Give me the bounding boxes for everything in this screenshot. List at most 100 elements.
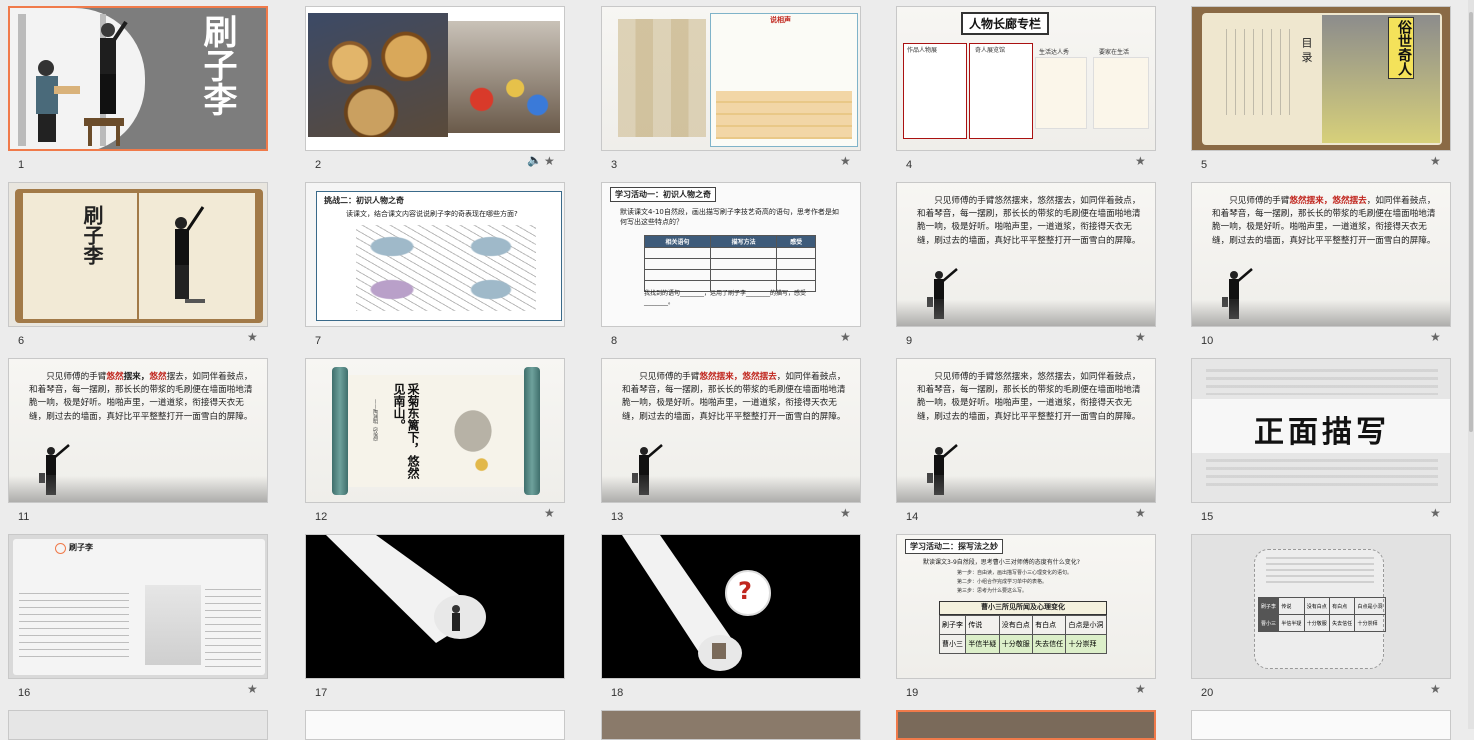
slide-number: 2	[315, 159, 322, 171]
star-icon[interactable]: ★	[247, 330, 258, 344]
slide-thumbnail-10[interactable]: 只见师傅的手臂悠然摆来，悠然摆去，如同伴着鼓点，和着琴音，每一摆刷，那长长的带浆…	[1191, 182, 1453, 354]
slide-20-preview[interactable]: 刷子李 传说 没有白点 有白点 白点是小洞 曹小三 半信半疑 十分敬服 失去信任…	[1191, 534, 1451, 679]
slide-2-photo-figures	[448, 21, 560, 133]
slide-thumbnail-5[interactable]: 俗世奇人 目 录 ★ 5	[1191, 6, 1453, 178]
slide-4-tag-3: 生活达人秀	[1039, 49, 1070, 56]
slide-thumbnail-3[interactable]: 说相声 ★ 3	[601, 6, 863, 178]
slide-9-preview[interactable]: 只见师傅的手臂悠然摆来，悠然摆去，如同伴着鼓点，和着琴音，每一摆刷，那长长的带浆…	[896, 182, 1156, 327]
slide-thumbnail-9[interactable]: 只见师傅的手臂悠然摆来，悠然摆去，如同伴着鼓点，和着琴音，每一摆刷，那长长的带浆…	[896, 182, 1158, 354]
star-icon[interactable]: ★	[1430, 330, 1441, 344]
slide-8-table: 相关语句 描写方法 感受	[643, 235, 816, 292]
star-icon[interactable]: ★	[840, 154, 851, 168]
table-cell: 半信半疑	[1278, 614, 1305, 632]
slide-4-preview[interactable]: 人物长廊专栏 作品人物展 奇人展览馆 生活达人秀 要家在生活	[896, 6, 1156, 151]
slide-thumbnail-22[interactable]	[305, 710, 567, 740]
table-cell: 有白点	[1032, 615, 1067, 635]
slide-9-ink-wash	[897, 300, 1155, 326]
slide-thumbnail-6[interactable]: 刷子李 ★ 6	[8, 182, 270, 354]
vertical-scrollbar[interactable]	[1468, 0, 1474, 729]
slide-11-ink-wash	[9, 476, 267, 502]
slide-thumbnail-24[interactable]	[896, 710, 1158, 740]
slide-12-scroll-rod-right	[524, 367, 540, 495]
slide-19-table: 刷子李 传说 没有白点 有白点 白点是小洞 曹小三 半信半疑 十分敬服 失去信任…	[938, 615, 1107, 654]
slide-12-preview[interactable]: 采菊东篱下，悠然见南山。 ——陶渊明《饮酒》	[305, 358, 565, 503]
slide-19-step-3: 第三步：思考为什么要这么写。	[957, 588, 1028, 594]
slide-number: 15	[1201, 511, 1214, 523]
slide-thumbnail-25[interactable]	[1191, 710, 1453, 740]
slide-3-preview[interactable]: 说相声	[601, 6, 861, 151]
slide-4-banner: 人物长廊专栏	[961, 12, 1050, 35]
slide-number: 10	[1201, 335, 1214, 347]
slide-12-credit: ——陶渊明《饮酒》	[372, 399, 378, 444]
star-icon[interactable]: ★	[1430, 682, 1441, 696]
slide-7-preview[interactable]: 挑战二：初识人物之奇 读课文，结合课文内容说说刷子李的奇表现在哪些方面?	[305, 182, 565, 327]
slide-thumbnail-23[interactable]	[601, 710, 863, 740]
slide-17-preview[interactable]	[305, 534, 565, 679]
slide-10-preview[interactable]: 只见师傅的手臂悠然摆来，悠然摆去，如同伴着鼓点，和着琴音，每一摆刷，那长长的带浆…	[1191, 182, 1451, 327]
table-cell: 曹小三	[1257, 614, 1280, 632]
slide-21-preview[interactable]	[8, 710, 268, 740]
slide-15-preview[interactable]: 正面描写	[1191, 358, 1451, 503]
slide-19-step-2: 第二步：小组合作完成学习单中的表格。	[957, 579, 1048, 585]
slide-thumbnail-14[interactable]: 只见师傅的手臂悠然摆来，悠然摆去，如同伴着鼓点，和着琴音，每一摆刷，那长长的带浆…	[896, 358, 1158, 530]
star-icon[interactable]: ★	[1430, 154, 1441, 168]
slide-19-preview[interactable]: 学习活动二：探写法之妙 默读课文3-9自然段，思考曹小三对师傅的态度有什么变化?…	[896, 534, 1156, 679]
slide-thumbnail-7[interactable]: 挑战二：初识人物之奇 读课文，结合课文内容说说刷子李的奇表现在哪些方面? 7	[305, 182, 567, 354]
slide-thumbnail-19[interactable]: 学习活动二：探写法之妙 默读课文3-9自然段，思考曹小三对师傅的态度有什么变化?…	[896, 534, 1158, 706]
slide-thumbnail-18[interactable]: ? 18	[601, 534, 863, 706]
slide-thumbnail-8[interactable]: 学习活动一：初识人物之奇 默读课文4-10自然段，画出描写刷子李技艺奇高的语句，…	[601, 182, 863, 354]
slide-22-preview[interactable]	[305, 710, 565, 740]
slide-6-figure	[175, 206, 205, 303]
star-icon[interactable]: ★	[544, 506, 555, 520]
star-icon[interactable]: ★	[840, 330, 851, 344]
slide-18-preview[interactable]: ?	[601, 534, 861, 679]
table-cell: 十分崇拜	[1065, 634, 1107, 654]
star-icon[interactable]: ★	[544, 154, 555, 168]
slide-thumbnail-4[interactable]: 人物长廊专栏 作品人物展 奇人展览馆 生活达人秀 要家在生活 ★ 4	[896, 6, 1158, 178]
slide-13-preview[interactable]: 只见师傅的手臂悠然摆来，悠然摆去，如同伴着鼓点，和着琴音，每一摆刷，那长长的带浆…	[601, 358, 861, 503]
slide-thumbnail-20[interactable]: 刷子李 传说 没有白点 有白点 白点是小洞 曹小三 半信半疑 十分敬服 失去信任…	[1191, 534, 1453, 706]
slide-number: 14	[906, 511, 919, 523]
slide-8-preview[interactable]: 学习活动一：初识人物之奇 默读课文4-10自然段，画出描写刷子李技艺奇高的语句，…	[601, 182, 861, 327]
slide-2-preview[interactable]	[305, 6, 565, 151]
slide-thumbnail-12[interactable]: 采菊东篱下，悠然见南山。 ——陶渊明《饮酒》 ★ 12	[305, 358, 567, 530]
passage-highlight: 悠然	[149, 372, 167, 382]
slide-3-screen-illustration	[618, 19, 706, 137]
slide-number: 6	[18, 335, 25, 347]
slide-14-preview[interactable]: 只见师傅的手臂悠然摆来，悠然摆去，如同伴着鼓点，和着琴音，每一摆刷，那长长的带浆…	[896, 358, 1156, 503]
slide-thumbnail-21[interactable]	[8, 710, 270, 740]
slide-number: 18	[611, 687, 624, 699]
slide-24-preview[interactable]	[896, 710, 1156, 740]
table-cell: 十分敬服	[1303, 614, 1331, 632]
slide-number: 8	[611, 335, 618, 347]
slide-thumbnail-15[interactable]: 正面描写 ★ 15	[1191, 358, 1453, 530]
slide-6-preview[interactable]: 刷子李	[8, 182, 268, 327]
slide-thumbnail-11[interactable]: 只见师傅的手臂悠然摆来，悠然摆去，如同伴着鼓点，和着琴音，每一摆刷，那长长的带浆…	[8, 358, 270, 530]
slide-5-toc-lines	[1226, 29, 1292, 115]
slide-25-preview[interactable]	[1191, 710, 1451, 740]
slide-13-passage: 只见师傅的手臂悠然摆来，悠然摆去，如同伴着鼓点，和着琴音，每一摆刷，那长长的带浆…	[622, 371, 846, 424]
scrollbar-handle[interactable]	[1469, 12, 1473, 432]
slide-thumbnail-17[interactable]: 17	[305, 534, 567, 706]
star-icon[interactable]: ★	[1135, 506, 1146, 520]
star-icon[interactable]: ★	[1135, 682, 1146, 696]
slide-thumbnail-13[interactable]: 只见师傅的手臂悠然摆来，悠然摆去，如同伴着鼓点，和着琴音，每一摆刷，那长长的带浆…	[601, 358, 863, 530]
speaker-icon[interactable]: 🔈	[527, 153, 542, 167]
star-icon[interactable]: ★	[840, 506, 851, 520]
slide-16-preview[interactable]: 刷子李	[8, 534, 268, 679]
slide-thumbnail-1[interactable]: 刷子李 1	[8, 6, 270, 178]
star-icon[interactable]: ★	[1135, 154, 1146, 168]
slide-thumbnail-16[interactable]: 刷子李 ★ 16	[8, 534, 270, 706]
slide-5-preview[interactable]: 俗世奇人 目 录	[1191, 6, 1451, 151]
slide-23-preview[interactable]	[601, 710, 861, 740]
slide-11-preview[interactable]: 只见师傅的手臂悠然摆来，悠然摆去，如同伴着鼓点，和着琴音，每一摆刷，那长长的带浆…	[8, 358, 268, 503]
slide-thumbnail-2[interactable]: 🔈 ★ 2	[305, 6, 567, 178]
star-icon[interactable]: ★	[1430, 506, 1441, 520]
star-icon[interactable]: ★	[247, 682, 258, 696]
slide-16-photo	[145, 585, 201, 665]
slide-5-illustration-page	[1322, 15, 1440, 143]
table-cell: 失去信任	[1032, 634, 1067, 654]
slide-18-question-mark: ?	[738, 577, 752, 605]
star-icon[interactable]: ★	[1135, 330, 1146, 344]
slide-1-preview[interactable]: 刷子李	[8, 6, 268, 151]
